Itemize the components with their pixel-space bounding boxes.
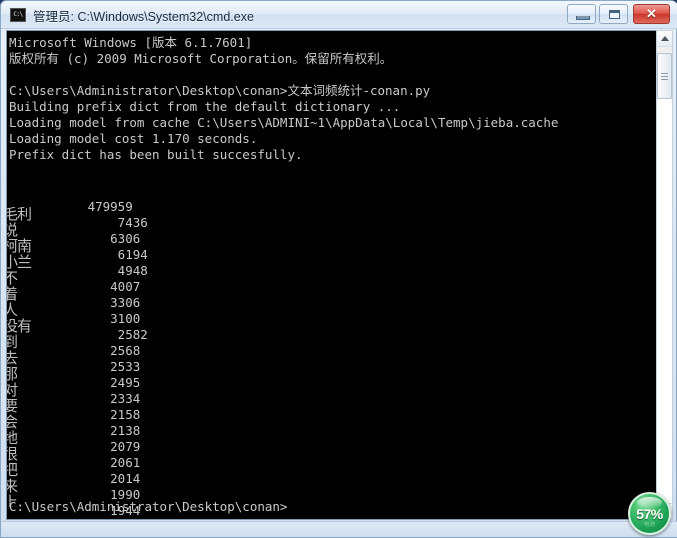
word-column: 毛利说柯南小兰不着人没有到去那对要会地很把来上 <box>7 207 65 507</box>
count-value: 2061 <box>65 455 141 470</box>
console-line: Building prefix dict from the default di… <box>9 99 401 114</box>
cmd-icon: C:\ <box>10 8 26 22</box>
count-value: 4948 <box>65 263 148 278</box>
close-icon: ✕ <box>646 6 657 21</box>
count-value: 3306 <box>65 295 141 310</box>
count-value: 6194 <box>65 247 148 262</box>
cmd-window: C:\ 管理员: C:\Windows\System32\cmd.exe ✕ M… <box>0 0 677 538</box>
count-value: 2334 <box>65 391 141 406</box>
scrollbar-track[interactable] <box>657 99 672 503</box>
console-client-area[interactable]: Microsoft Windows [版本 6.1.7601] 版权所有 (c) … <box>6 30 658 520</box>
minimize-button[interactable] <box>567 4 596 24</box>
grip-icon <box>661 73 668 80</box>
count-value: 6306 <box>65 231 141 246</box>
console-output[interactable]: Microsoft Windows [版本 6.1.7601] 版权所有 (c) … <box>7 31 657 519</box>
vertical-scrollbar[interactable] <box>656 30 673 520</box>
count-value: 2138 <box>65 423 141 438</box>
count-value: 3100 <box>65 311 141 326</box>
console-line: C:\Users\Administrator\Desktop\conan>文本词… <box>9 83 431 98</box>
scroll-up-button[interactable] <box>657 31 672 47</box>
count-value: 2568 <box>65 343 141 358</box>
count-value: 2158 <box>65 407 141 422</box>
title-bar[interactable]: C:\ 管理员: C:\Windows\System32\cmd.exe ✕ <box>1 1 677 29</box>
window-title: 管理员: C:\Windows\System32\cmd.exe <box>33 10 254 24</box>
count-value: 2014 <box>65 471 141 486</box>
count-value: 4007 <box>65 279 141 294</box>
console-line: Microsoft Windows [版本 6.1.7601] <box>9 35 253 50</box>
console-line: Loading model from cache C:\Users\ADMINI… <box>9 115 559 130</box>
close-button[interactable]: ✕ <box>633 4 670 24</box>
count-column: 479959 7436 6306 6194 4948 4007 3306 310… <box>65 199 175 519</box>
minimize-icon <box>576 16 590 20</box>
scrollbar-thumb[interactable] <box>657 53 672 99</box>
count-value: 479959 <box>65 199 133 214</box>
status-strip <box>2 521 677 537</box>
count-value: 2582 <box>65 327 148 342</box>
console-line: Prefix dict has been built succesfully. <box>9 147 303 162</box>
console-line: 版权所有 (c) 2009 Microsoft Corporation。保留所有… <box>9 51 393 66</box>
count-value: 7436 <box>65 215 148 230</box>
maximize-icon <box>609 10 620 19</box>
badge-sub-label: 电池 <box>643 522 655 528</box>
count-value: 2495 <box>65 375 141 390</box>
battery-percent-badge[interactable]: 57% 电池 <box>628 492 671 535</box>
chevron-up-icon <box>661 36 669 41</box>
maximize-button[interactable] <box>599 4 628 24</box>
command-prompt-line: C:\Users\Administrator\Desktop\conan> <box>9 499 288 514</box>
console-line: Loading model cost 1.170 seconds. <box>9 131 258 146</box>
count-value: 2079 <box>65 439 141 454</box>
count-value: 2533 <box>65 359 141 374</box>
